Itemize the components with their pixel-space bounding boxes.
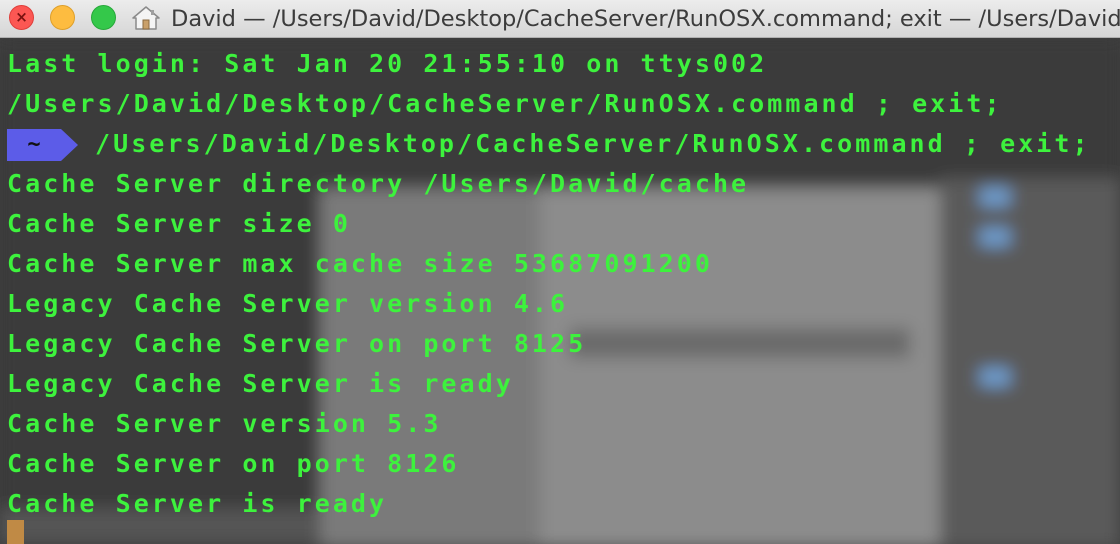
- text-cursor: [7, 520, 24, 544]
- output-line: Cache Server is ready: [7, 489, 388, 518]
- prompt-directory: ~: [27, 132, 41, 157]
- last-login-line: Last login: Sat Jan 20 21:55:10 on ttys0…: [7, 49, 768, 78]
- command-echo-line: /Users/David/Desktop/CacheServer/RunOSX.…: [7, 89, 1003, 118]
- output-line: Cache Server directory /Users/David/cach…: [7, 169, 750, 198]
- output-line: Cache Server version 5.3: [7, 409, 442, 438]
- prompt-command-line: /Users/David/Desktop/CacheServer/RunOSX.…: [95, 129, 1091, 158]
- output-line: Legacy Cache Server on port 8125: [7, 329, 587, 358]
- close-button[interactable]: ×: [9, 5, 34, 30]
- output-line: Legacy Cache Server version 4.6: [7, 289, 569, 318]
- output-line: Legacy Cache Server is ready: [7, 369, 514, 398]
- prompt-arrow-icon: [61, 129, 78, 161]
- close-icon: ×: [15, 8, 28, 26]
- minimize-button[interactable]: [50, 5, 75, 30]
- output-line: Cache Server max cache size 53687091200: [7, 249, 713, 278]
- output-line: Cache Server size 0: [7, 209, 351, 238]
- terminal-content[interactable]: Last login: Sat Jan 20 21:55:10 on ttys0…: [0, 38, 1120, 544]
- prompt-directory-segment: ~: [7, 129, 61, 161]
- output-line: Cache Server on port 8126: [7, 449, 460, 478]
- zoom-button[interactable]: [91, 5, 116, 30]
- window-title: David — /Users/David/Desktop/CacheServer…: [171, 6, 1120, 32]
- title-bar: × David — /Users/David/Desktop/CacheServ…: [0, 0, 1120, 38]
- home-icon: [132, 6, 160, 30]
